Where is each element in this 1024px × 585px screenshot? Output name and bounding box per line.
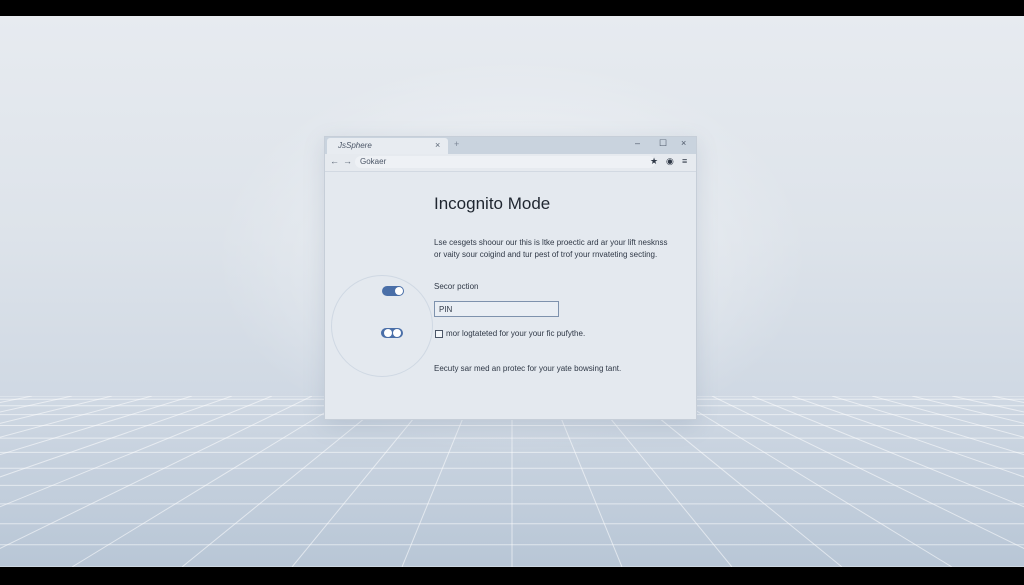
description-line-1: Lse cesgets shoour our this is ltke proe…: [434, 238, 668, 247]
page-content: Incognito Mode Lse cesgets shoour our th…: [325, 172, 696, 419]
grid-line-vertical: [71, 396, 353, 567]
grid-line-vertical: [0, 396, 233, 478]
address-bar[interactable]: Gokaer: [355, 156, 655, 168]
toggle-knob: [395, 287, 403, 295]
grid-line-vertical: [181, 396, 393, 567]
toggle-knob-secondary: [393, 329, 401, 337]
browser-window: JsSphere × + – ☐ × ← → Gokaer ★ ◉ ≡ Inco…: [324, 136, 697, 420]
forward-icon[interactable]: →: [343, 156, 352, 166]
page-title: Incognito Mode: [434, 194, 551, 213]
grid-floor: [0, 396, 1024, 567]
menu-icon[interactable]: ≡: [682, 156, 687, 166]
grid-line-vertical: [671, 396, 953, 567]
maximize-icon[interactable]: ☐: [659, 138, 667, 149]
toggle-knob: [384, 329, 392, 337]
grid-line-vertical: [551, 396, 623, 567]
description-line-2: or vaity sour coigind and tur pest of tr…: [434, 250, 658, 259]
star-icon[interactable]: ★: [650, 156, 658, 167]
grid-line-vertical: [631, 396, 843, 567]
back-icon[interactable]: ←: [330, 156, 339, 166]
minimize-icon[interactable]: –: [635, 138, 640, 148]
tab-title: JsSphere: [338, 141, 372, 150]
grid-line-vertical: [991, 396, 1024, 404]
shield-icon[interactable]: ◉: [666, 156, 674, 167]
grid-line-vertical: [291, 396, 433, 567]
grid-line-vertical: [401, 396, 473, 567]
toggle-switch-2[interactable]: [381, 328, 403, 338]
grid-line-vertical: [711, 396, 1024, 549]
grid-line-vertical: [871, 396, 1024, 438]
option-checkbox[interactable]: [435, 330, 443, 338]
title-bar: JsSphere × + – ☐ ×: [325, 137, 696, 154]
pin-input[interactable]: [434, 301, 559, 317]
grid-line-vertical: [791, 396, 1024, 478]
grid-line-vertical: [0, 396, 193, 456]
browser-toolbar: ← → Gokaer ★ ◉ ≡: [325, 154, 696, 172]
desktop-scene: JsSphere × + – ☐ × ← → Gokaer ★ ◉ ≡ Inco…: [0, 16, 1024, 567]
toggle-switch-1[interactable]: [382, 286, 404, 296]
footer-text: Eecuty sar med an protec for your yate b…: [434, 364, 622, 373]
new-tab-icon[interactable]: +: [454, 139, 459, 149]
grid-line-vertical: [591, 396, 733, 567]
section-label: Secor pction: [434, 282, 479, 291]
checkbox-label: mor logtateted for your your fic pufythe…: [446, 329, 586, 338]
tab-close-icon[interactable]: ×: [435, 140, 440, 150]
close-icon[interactable]: ×: [681, 138, 686, 148]
grid-line-vertical: [0, 396, 313, 549]
browser-tab[interactable]: JsSphere ×: [327, 138, 448, 154]
grid-line-vertical: [831, 396, 1024, 456]
address-text: Gokaer: [360, 157, 387, 166]
grid-line-vertical: [0, 396, 153, 438]
grid-line-vertical: [0, 396, 33, 404]
